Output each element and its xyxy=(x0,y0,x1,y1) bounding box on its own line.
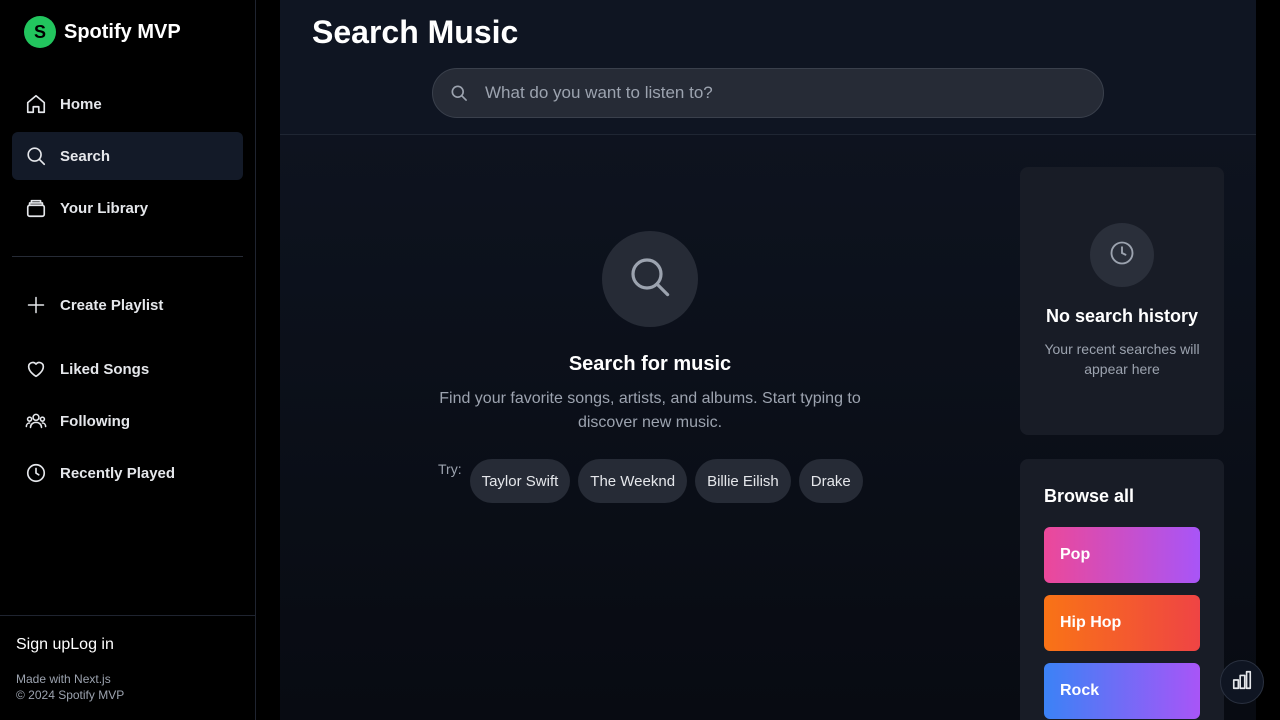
bar-chart-icon xyxy=(1231,669,1253,696)
try-label: Try: xyxy=(438,461,462,477)
genre-tile-hip-hop[interactable]: Hip Hop xyxy=(1044,595,1200,651)
sidebar-footer: Sign up Log in Made with Next.js © 2024 S… xyxy=(0,615,255,720)
nav-label: Create Playlist xyxy=(60,296,164,314)
nav-label: Search xyxy=(60,147,111,165)
nav-label: Home xyxy=(60,95,102,113)
sidebar: S Spotify MVP Home Search Your Library C… xyxy=(0,0,256,720)
nav-item-recently-played[interactable]: Recently Played xyxy=(12,449,243,497)
nav-item-search[interactable]: Search xyxy=(12,132,243,180)
app: S Spotify MVP Home Search Your Library C… xyxy=(0,0,1280,720)
brand[interactable]: S Spotify MVP xyxy=(24,16,181,48)
nav-label: Following xyxy=(60,412,130,430)
nav-item-liked-songs[interactable]: Liked Songs xyxy=(12,345,243,393)
sign-up-link[interactable]: Sign up xyxy=(16,636,70,654)
copyright-text: © 2024 Spotify MVP xyxy=(16,688,125,702)
nav-item-home[interactable]: Home xyxy=(12,80,243,128)
search-bar[interactable] xyxy=(432,68,1104,118)
nav-label: Your Library xyxy=(60,199,149,217)
heart-icon xyxy=(24,357,48,381)
clock-icon xyxy=(1108,239,1136,272)
history-title: No search history xyxy=(1045,306,1199,326)
suggestion-chip[interactable]: Drake xyxy=(798,459,863,503)
history-description: Your recent searches will appear here xyxy=(1044,341,1200,377)
brand-name: Spotify MVP xyxy=(64,20,181,43)
nav-item-following[interactable]: Following xyxy=(12,397,243,445)
history-icon-circle xyxy=(1090,223,1154,287)
sidebar-divider xyxy=(12,256,243,257)
analytics-button[interactable] xyxy=(1220,660,1264,704)
page-title: Search Music xyxy=(312,14,519,50)
search-icon xyxy=(449,83,469,108)
empty-state-icon-circle xyxy=(602,231,698,327)
log-in-link[interactable]: Log in xyxy=(70,636,114,654)
nav-item-library[interactable]: Your Library xyxy=(12,184,243,232)
made-with-text: Made with Next.js xyxy=(16,672,111,686)
home-icon xyxy=(24,92,48,116)
clock-icon xyxy=(24,461,48,485)
empty-state-title: Search for music xyxy=(568,353,732,375)
search-icon xyxy=(626,253,674,306)
nav-label: Recently Played xyxy=(60,464,176,482)
empty-state-description: Find your favorite songs, artists, and a… xyxy=(439,390,861,431)
suggestion-chip[interactable]: Taylor Swift xyxy=(469,459,571,503)
main-content: Search Music Search for music Find your … xyxy=(280,0,1256,720)
browse-card: Browse all Pop Hip Hop Rock xyxy=(1020,459,1224,720)
suggestion-chip[interactable]: Billie Eilish xyxy=(695,459,791,503)
search-icon xyxy=(24,144,48,168)
header: Search Music xyxy=(280,0,1256,135)
brand-logo: S xyxy=(24,16,56,48)
suggestions-row: Try: Taylor Swift The Weeknd Billie Eili… xyxy=(438,459,871,503)
plus-icon xyxy=(24,293,48,317)
genre-tile-rock[interactable]: Rock xyxy=(1044,663,1200,719)
nav-label: Liked Songs xyxy=(60,360,150,378)
genre-tile-pop[interactable]: Pop xyxy=(1044,527,1200,583)
library-icon xyxy=(24,196,48,220)
search-history-card: No search history Your recent searches w… xyxy=(1020,167,1224,435)
browse-title: Browse all xyxy=(1044,486,1135,506)
search-input[interactable] xyxy=(485,69,1085,117)
nav-item-create-playlist[interactable]: Create Playlist xyxy=(12,281,243,329)
suggestion-chip[interactable]: The Weeknd xyxy=(578,459,688,503)
users-icon xyxy=(24,409,48,433)
auth-links: Sign up Log in xyxy=(16,636,114,654)
